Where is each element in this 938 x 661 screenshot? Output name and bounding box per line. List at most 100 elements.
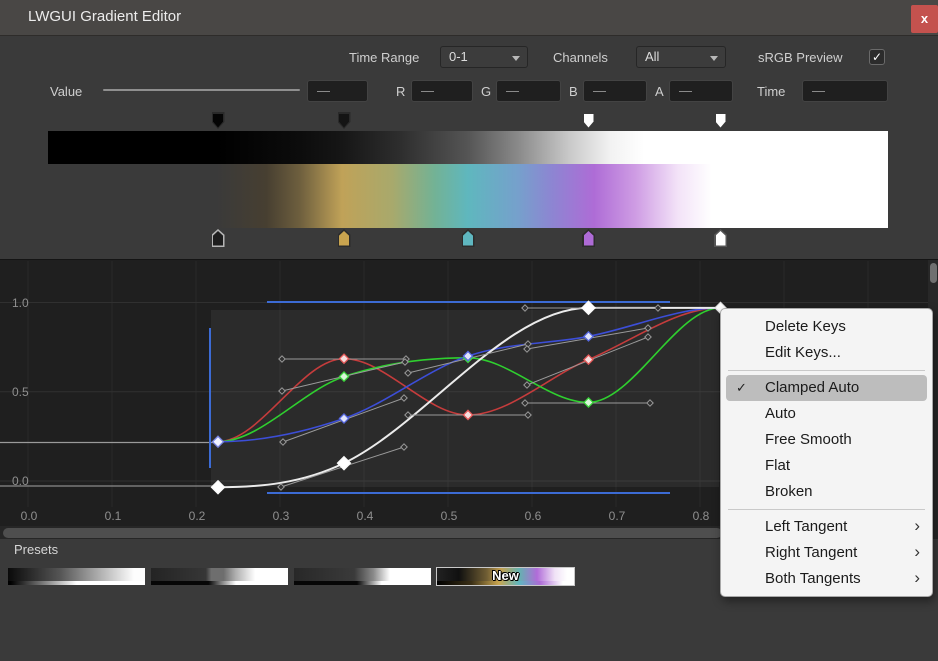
menu-item-label: Right Tangent [765, 544, 857, 561]
horizontal-scrollbar-thumb[interactable] [3, 528, 722, 538]
b-label: B [569, 84, 578, 99]
time-range-value: 0-1 [449, 49, 468, 64]
menu-separator [728, 509, 925, 510]
menu-item-label: Auto [765, 405, 796, 422]
window-title: LWGUI Gradient Editor [28, 8, 181, 25]
x-tick-label: 0.3 [269, 509, 293, 523]
color-key-marker[interactable] [714, 229, 727, 247]
color-key-marker-fill [463, 231, 473, 246]
menu-item-label: Delete Keys [765, 318, 846, 335]
preset-new[interactable]: New [437, 568, 574, 585]
r-field-text: — [421, 83, 434, 98]
value-slider[interactable] [103, 89, 300, 91]
context-menu: Delete Keys Edit Keys... ✓ Clamped Auto Auto… [720, 308, 933, 597]
alpha-key-marker[interactable] [338, 112, 351, 129]
menu-item-delete-keys[interactable]: Delete Keys [721, 314, 932, 340]
color-gradient-strip [48, 164, 888, 228]
presets-label: Presets [14, 542, 58, 557]
menu-item-right-tangent[interactable]: Right Tangent › [721, 540, 932, 566]
menu-item-edit-keys[interactable]: Edit Keys... [721, 340, 932, 366]
alpha-key-marker[interactable] [582, 112, 595, 129]
presets-row: New [8, 568, 574, 585]
alpha-key-marker[interactable] [714, 112, 727, 129]
value-field[interactable]: — [307, 80, 368, 102]
time-range-dropdown[interactable]: 0-1 [440, 46, 528, 68]
menu-item-clamped-auto[interactable]: ✓ Clamped Auto [726, 375, 927, 401]
preset-2-gradient [151, 568, 288, 581]
menu-item-flat[interactable]: Flat [721, 453, 932, 479]
check-icon: ✓ [736, 375, 747, 401]
gradient-preview-bar[interactable] [48, 131, 888, 228]
x-tick-label: 0.7 [605, 509, 629, 523]
alpha-key-marker-fill [213, 114, 223, 128]
submenu-arrow-icon: › [914, 539, 920, 565]
menu-item-label: Clamped Auto [765, 379, 859, 396]
srgb-preview-label: sRGB Preview [758, 50, 843, 65]
title-bar: LWGUI Gradient Editor x [0, 0, 938, 36]
value-field-text: — [317, 83, 330, 98]
value-label: Value [50, 84, 82, 99]
x-tick-label: 0.2 [185, 509, 209, 523]
b-field-text: — [593, 83, 606, 98]
color-key-marker-fill [716, 231, 726, 246]
menu-item-label: Flat [765, 457, 790, 474]
menu-item-auto[interactable]: Auto [721, 401, 932, 427]
chevron-down-icon [512, 56, 520, 61]
submenu-arrow-icon: › [914, 513, 920, 539]
color-key-marker-fill [213, 231, 223, 246]
time-field[interactable]: — [802, 80, 888, 102]
r-field[interactable]: — [411, 80, 473, 102]
chevron-down-icon [710, 56, 718, 61]
alpha-key-marker-fill [716, 114, 726, 128]
x-tick-label: 0.0 [17, 509, 41, 523]
a-label: A [655, 84, 664, 99]
menu-item-label: Broken [765, 483, 813, 500]
channels-value: All [645, 49, 659, 64]
preset-1[interactable] [8, 568, 145, 585]
color-key-marker[interactable] [462, 229, 475, 247]
submenu-arrow-icon: › [914, 565, 920, 591]
menu-item-broken[interactable]: Broken [721, 479, 932, 505]
color-key-marker[interactable] [212, 229, 225, 247]
x-tick-label: 0.6 [521, 509, 545, 523]
channels-dropdown[interactable]: All [636, 46, 726, 68]
alpha-key-marker-fill [339, 114, 349, 128]
color-key-marker-fill [584, 231, 594, 246]
color-key-marker[interactable] [582, 229, 595, 247]
time-range-label: Time Range [349, 50, 419, 65]
new-preset-button[interactable]: New [437, 568, 574, 583]
g-field[interactable]: — [496, 80, 561, 102]
menu-separator [728, 370, 925, 371]
color-key-marker[interactable] [338, 229, 351, 247]
gradient-editor-window: LWGUI Gradient Editor x Time Range 0-1 C… [0, 0, 938, 661]
r-label: R [396, 84, 405, 99]
vertical-scrollbar-thumb[interactable] [930, 263, 937, 283]
menu-item-label: Left Tangent [765, 518, 847, 535]
alpha-key-marker-fill [584, 114, 594, 128]
preset-2-strip [151, 581, 288, 585]
a-field-text: — [679, 83, 692, 98]
srgb-preview-checkbox[interactable]: ✓ [869, 49, 885, 65]
a-field[interactable]: — [669, 80, 733, 102]
menu-item-free-smooth[interactable]: Free Smooth [721, 427, 932, 453]
x-tick-label: 0.1 [101, 509, 125, 523]
preset-3-strip [294, 581, 431, 585]
x-tick-label: 0.8 [689, 509, 713, 523]
menu-item-label: Edit Keys... [765, 344, 841, 361]
y-tick-label: 0.0 [12, 474, 29, 488]
menu-item-both-tangents[interactable]: Both Tangents› [721, 566, 932, 592]
time-field-text: — [812, 83, 825, 98]
selection-region [211, 310, 719, 487]
preset-2[interactable] [151, 568, 288, 585]
close-button[interactable]: x [911, 5, 938, 33]
preset-1-gradient [8, 568, 145, 581]
menu-item-left-tangent[interactable]: Left Tangent › [721, 514, 932, 540]
channels-label: Channels [553, 50, 608, 65]
preset-3[interactable] [294, 568, 431, 585]
alpha-key-marker[interactable] [212, 112, 225, 129]
b-field[interactable]: — [583, 80, 647, 102]
time-label: Time [757, 84, 785, 99]
y-tick-label: 0.5 [12, 385, 29, 399]
menu-item-label: Free Smooth [765, 431, 852, 448]
g-label: G [481, 84, 491, 99]
